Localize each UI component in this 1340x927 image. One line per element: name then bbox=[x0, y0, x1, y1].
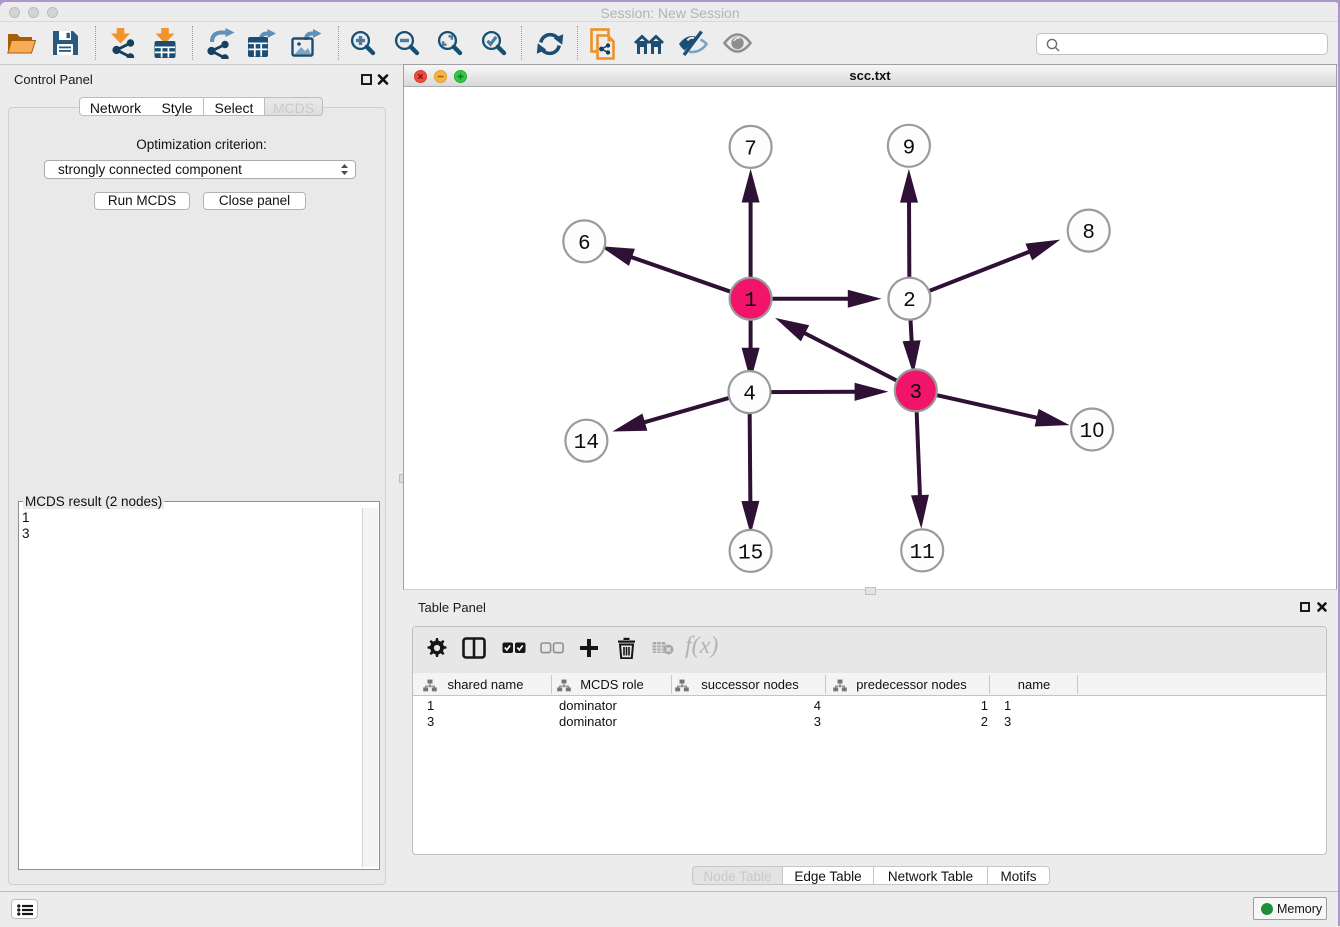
svg-text:11: 11 bbox=[910, 542, 935, 565]
svg-text:6: 6 bbox=[578, 233, 591, 256]
svg-text:0: 0 bbox=[1093, 419, 1105, 442]
svg-text:15: 15 bbox=[738, 542, 763, 565]
svg-text:14: 14 bbox=[574, 432, 599, 455]
svg-text:3: 3 bbox=[909, 382, 922, 405]
svg-text:1: 1 bbox=[744, 290, 757, 313]
svg-text:7: 7 bbox=[744, 138, 757, 161]
svg-text:4: 4 bbox=[743, 384, 756, 407]
svg-text:1: 1 bbox=[1080, 421, 1093, 444]
svg-text:8: 8 bbox=[1082, 222, 1095, 245]
svg-text:2: 2 bbox=[903, 290, 916, 313]
svg-text:9: 9 bbox=[903, 137, 916, 160]
